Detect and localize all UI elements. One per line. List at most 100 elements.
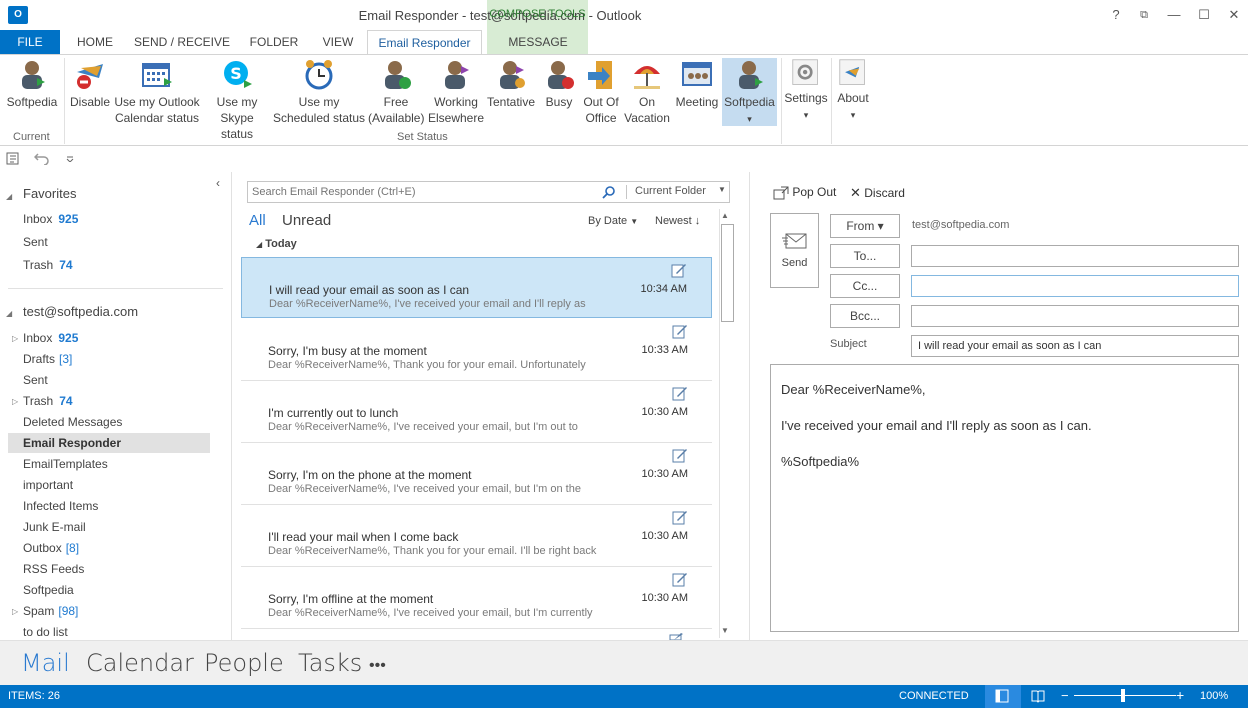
send-button[interactable]: Send	[770, 213, 819, 288]
zoom-out-button[interactable]: −	[1061, 688, 1069, 703]
folder-inbox[interactable]: Inbox 925	[23, 331, 78, 345]
chevron-down-icon[interactable]: ▼	[718, 185, 726, 194]
to-field[interactable]	[911, 245, 1239, 267]
on-vacation-button[interactable]: On Vacation	[622, 58, 672, 126]
bcc-button[interactable]: Bcc...	[830, 304, 900, 328]
about-button[interactable]: About ▾	[834, 58, 872, 123]
folder-emailtemplates[interactable]: EmailTemplates	[23, 457, 108, 471]
collapse-pane-icon[interactable]: ‹	[216, 176, 220, 190]
folder-sent[interactable]: Sent	[23, 373, 48, 387]
scroll-down-icon[interactable]: ▼	[721, 626, 729, 635]
folder-junk-email[interactable]: Junk E-mail	[23, 520, 86, 534]
account-header[interactable]: test@softpedia.com	[23, 304, 138, 319]
folder-outbox[interactable]: Outbox [8]	[23, 541, 79, 555]
message-item[interactable]: Sorry, I'm offline at the moment Dear %R…	[241, 567, 712, 629]
nav-people[interactable]: People	[204, 649, 284, 677]
use-skype-status-button[interactable]: S Use my Skype status	[203, 58, 271, 142]
expand-icon[interactable]: ▷	[12, 607, 18, 616]
zoom-in-button[interactable]: +	[1176, 687, 1184, 703]
discard-button[interactable]: ✕ Discard	[850, 185, 905, 201]
message-item[interactable]: I'll read your mail when I come back Dea…	[241, 505, 712, 567]
tab-folder[interactable]: FOLDER	[242, 30, 306, 54]
folder-email-responder[interactable]: Email Responder	[23, 436, 121, 450]
tab-message[interactable]: MESSAGE	[490, 30, 586, 54]
item-count: [8]	[65, 541, 80, 555]
person-status-icon	[22, 61, 45, 89]
expand-icon[interactable]: ▷	[12, 334, 18, 343]
cc-field[interactable]	[911, 275, 1239, 297]
search-scope-dropdown[interactable]: Current Folder	[635, 185, 706, 197]
tab-email-responder[interactable]: Email Responder	[367, 30, 482, 54]
folder-to-do-list[interactable]: to do list	[23, 625, 68, 639]
expand-collapse-icon[interactable]: ◢	[6, 192, 12, 201]
tab-home[interactable]: HOME	[66, 30, 124, 54]
tentative-button[interactable]: Tentative	[485, 58, 537, 110]
folder-deleted-messages[interactable]: Deleted Messages	[23, 415, 122, 429]
out-of-office-button[interactable]: Out Of Office	[581, 58, 621, 126]
reading-view-icon[interactable]	[1031, 689, 1045, 703]
group-header-today[interactable]: ◢ Today	[256, 238, 297, 250]
folder-drafts[interactable]: Drafts [3]	[23, 352, 72, 366]
bcc-field[interactable]	[911, 305, 1239, 327]
sort-order[interactable]: Newest ↓	[655, 215, 700, 227]
meeting-button[interactable]: Meeting	[674, 58, 720, 110]
favorite-trash[interactable]: Trash 74	[23, 258, 73, 272]
folder-rss-feeds[interactable]: RSS Feeds	[23, 562, 84, 576]
tab-send-receive[interactable]: SEND / RECEIVE	[130, 30, 234, 54]
settings-button[interactable]: Settings ▾	[784, 58, 828, 123]
scrollbar-thumb[interactable]	[721, 224, 734, 322]
tab-file[interactable]: FILE	[0, 30, 60, 54]
filter-unread[interactable]: Unread	[282, 212, 331, 229]
favorite-sent[interactable]: Sent	[23, 235, 48, 249]
message-item[interactable]: Sorry, I'm on the phone at the moment De…	[241, 443, 712, 505]
undo-icon[interactable]	[34, 151, 50, 165]
softpedia-current-button[interactable]: Softpedia	[4, 58, 60, 110]
folder-important[interactable]: important	[23, 478, 73, 492]
nav-tasks[interactable]: Tasks	[298, 649, 362, 677]
subject-field[interactable]: I will read your email as soon as I can	[911, 335, 1239, 357]
working-elsewhere-button[interactable]: Working Elsewhere	[428, 58, 484, 126]
filter-all[interactable]: All	[249, 212, 266, 229]
help-button[interactable]: ?	[1104, 5, 1128, 25]
cc-button[interactable]: Cc...	[830, 274, 900, 298]
scroll-up-icon[interactable]: ▲	[721, 211, 729, 220]
folder-infected-items[interactable]: Infected Items	[23, 499, 98, 513]
free-available-button[interactable]: Free (Available)	[368, 58, 424, 126]
nav-mail[interactable]: Mail	[21, 649, 70, 677]
use-scheduled-status-button[interactable]: Use my Scheduled status	[272, 58, 366, 126]
disable-button[interactable]: Disable	[68, 58, 112, 110]
message-item[interactable]: I'm currently out to lunch Dear %Receive…	[241, 381, 712, 443]
folder-softpedia[interactable]: Softpedia	[23, 583, 74, 597]
favorites-header[interactable]: Favorites	[23, 186, 76, 201]
tab-view[interactable]: VIEW	[312, 30, 364, 54]
use-outlook-calendar-button[interactable]: Use my Outlook Calendar status	[113, 58, 201, 126]
zoom-slider-thumb[interactable]	[1121, 689, 1125, 702]
message-item[interactable]: I will read your email as soon as I can …	[241, 257, 712, 318]
maximize-button[interactable]: ☐	[1192, 5, 1216, 25]
nav-more[interactable]: •••	[369, 655, 386, 675]
search-input[interactable]	[252, 184, 597, 200]
send-receive-all-icon[interactable]	[6, 151, 22, 167]
search-icon[interactable]	[602, 185, 616, 199]
message-item[interactable]: Sorry, I'm busy at the moment Dear %Rece…	[241, 319, 712, 381]
close-button[interactable]: ✕	[1222, 5, 1246, 25]
ribbon-display-button[interactable]: ⧉	[1132, 5, 1156, 25]
folder-spam[interactable]: Spam [98]	[23, 604, 78, 618]
search-box[interactable]: Current Folder ▼	[247, 181, 730, 203]
softpedia-status-button[interactable]: Softpedia ▾	[722, 58, 777, 126]
sort-by-date[interactable]: By Date ▼	[588, 215, 638, 227]
expand-collapse-icon[interactable]: ◢	[6, 309, 12, 318]
to-button[interactable]: To...	[830, 244, 900, 268]
busy-button[interactable]: Busy	[540, 58, 578, 110]
nav-calendar[interactable]: Calendar	[86, 649, 194, 677]
favorite-inbox[interactable]: Inbox 925	[23, 212, 78, 226]
folder-trash[interactable]: Trash 74	[23, 394, 73, 408]
pop-out-button[interactable]: Pop Out	[773, 185, 836, 200]
customize-qat-icon[interactable]	[66, 156, 74, 162]
zoom-slider[interactable]	[1074, 695, 1176, 696]
message-body-editor[interactable]: Dear %ReceiverName%, I've received your …	[770, 364, 1239, 632]
minimize-button[interactable]: —	[1162, 5, 1186, 25]
from-button[interactable]: From ▾	[830, 214, 900, 238]
calendar-icon	[142, 63, 172, 87]
expand-icon[interactable]: ▷	[12, 397, 18, 406]
